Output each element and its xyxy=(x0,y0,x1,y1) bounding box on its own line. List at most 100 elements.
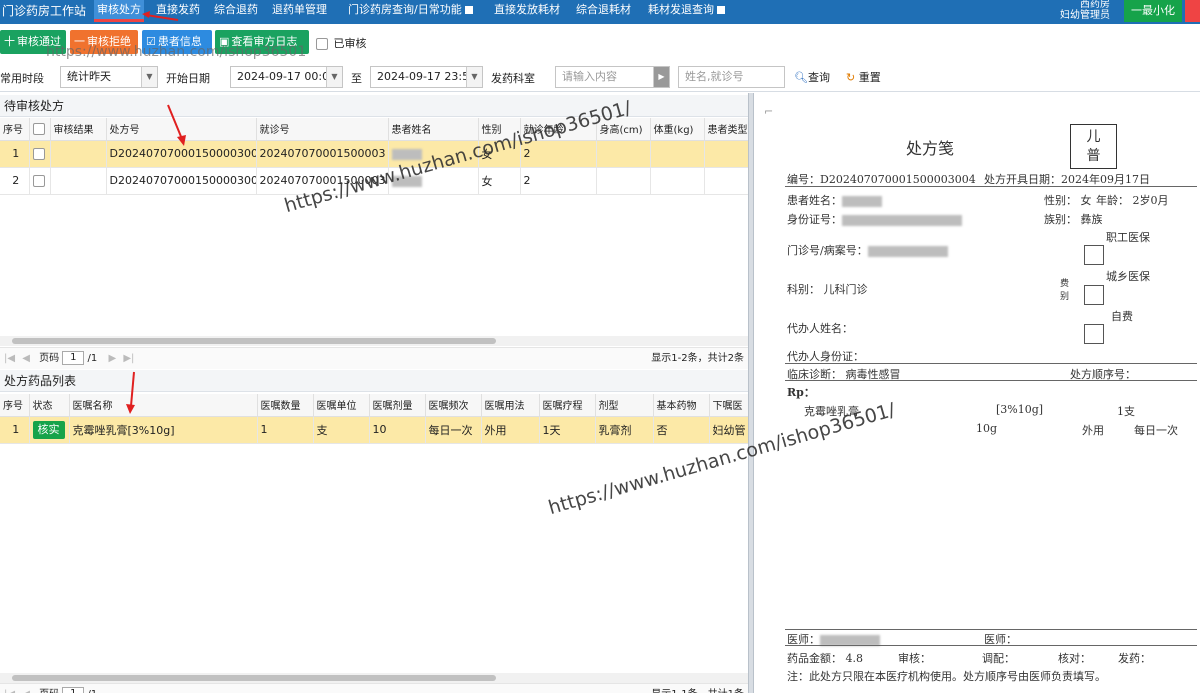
table-row[interactable]: 2 D202407070001500003005 202407070001500… xyxy=(0,167,748,195)
first-page-icon[interactable]: |◀ xyxy=(4,353,15,364)
insurance-self-checkbox[interactable] xyxy=(1084,324,1104,344)
cell-type xyxy=(704,140,748,168)
cell-order-name: 克霉唑乳膏[3%10g] xyxy=(69,416,258,444)
tab-return-consumables[interactable]: 综合退耗材 xyxy=(576,0,631,22)
col-no: 序号 xyxy=(0,118,30,141)
checkbox-icon[interactable] xyxy=(32,175,45,187)
table-row[interactable]: 1 D202407070001500003004 202407070001500… xyxy=(0,140,748,168)
dept-input[interactable]: 请输入内容 ▶ xyxy=(555,66,670,88)
divider-line xyxy=(785,363,1197,364)
rx-drug-name: 克霉唑乳膏 xyxy=(804,405,859,418)
prev-page-icon[interactable]: ◀ xyxy=(22,689,30,693)
minimize-button[interactable]: 一最小化 xyxy=(1124,0,1182,22)
tab-pharmacy-query[interactable]: 门诊药房查询/日常功能 xyxy=(348,0,473,22)
cell-usage: 外用 xyxy=(481,416,540,444)
query-button[interactable]: 🔍︎查询 xyxy=(794,69,830,85)
cell-select[interactable] xyxy=(29,140,51,168)
tab-consumables-query[interactable]: 耗材发退查询 xyxy=(648,0,725,22)
rx-amount: 药品金额： 4.8 xyxy=(787,652,863,665)
exit-button[interactable] xyxy=(1185,0,1200,22)
minus-icon: 一 xyxy=(74,35,85,48)
cell-rx-no: D202407070001500003005 xyxy=(106,167,257,195)
name-visit-input[interactable]: 姓名,就诊号 xyxy=(678,66,785,88)
reset-icon: ↻ xyxy=(846,71,856,84)
col-basic: 基本药物 xyxy=(653,394,710,417)
reject-button[interactable]: 一审核拒绝 xyxy=(70,30,138,54)
checkbox-icon[interactable] xyxy=(316,38,328,50)
tab-direct-dispense[interactable]: 直接发药 xyxy=(156,0,200,22)
verify-tag[interactable]: 核实 xyxy=(32,420,65,439)
tab-direct-consumables[interactable]: 直接发放耗材 xyxy=(494,0,560,22)
insurance-staff-label: 职工医保 xyxy=(1106,231,1150,244)
rx-visit-number: 门诊号/病案号： xyxy=(787,242,948,258)
checkbox-icon[interactable] xyxy=(32,122,45,135)
divider-line xyxy=(785,645,1197,646)
redacted-name xyxy=(391,175,422,187)
col-course: 医嘱疗程 xyxy=(539,394,596,417)
page-label: 页码 xyxy=(39,689,59,693)
table-row[interactable]: 1 核实 克霉唑乳膏[3%10g] 1 支 10 每日一次 外用 1天 乳膏剂 … xyxy=(0,416,748,444)
rx-audit: 审核： xyxy=(898,652,931,665)
tab-return-order-mgmt[interactable]: 退药单管理 xyxy=(272,0,327,22)
end-date-input[interactable]: 2024-09-17 23:59 ▼ xyxy=(370,66,483,88)
cell-age: 2 xyxy=(520,167,597,195)
tab-audit-prescription[interactable]: 审核处方 xyxy=(94,0,144,22)
reset-button[interactable]: ↻ 重置 xyxy=(846,69,881,85)
col-sex: 性别 xyxy=(478,118,521,141)
cell-course: 1天 xyxy=(539,416,596,444)
tab-return-drug[interactable]: 综合退药 xyxy=(214,0,258,22)
total-pages: /1 xyxy=(87,353,98,364)
horizontal-scrollbar[interactable] xyxy=(0,336,748,346)
rx-drug-freq: 每日一次 xyxy=(1134,424,1178,437)
fee-label-2: 别 xyxy=(1060,292,1070,302)
col-order-name: 医嘱名称 xyxy=(69,394,258,417)
chevron-down-icon: ▼ xyxy=(141,67,157,87)
col-select-all[interactable] xyxy=(29,118,51,141)
next-page-icon[interactable]: ▶ xyxy=(108,353,116,364)
last-page-icon[interactable]: ▶| xyxy=(123,353,134,364)
insurance-self-label: 自费 xyxy=(1111,310,1133,323)
page-input[interactable]: 1 xyxy=(62,351,85,365)
insurance-staff-checkbox[interactable] xyxy=(1084,245,1104,265)
cell-no: 2 xyxy=(0,167,30,195)
horizontal-scrollbar[interactable] xyxy=(0,673,748,683)
prev-page-icon[interactable]: ◀ xyxy=(22,353,30,364)
audited-checkbox[interactable]: 已审核 xyxy=(316,35,367,51)
cell-result xyxy=(50,140,107,168)
fee-label-1: 费 xyxy=(1060,279,1070,289)
insurance-rural-checkbox[interactable] xyxy=(1084,285,1104,305)
filter-bar: 常用时段 统计昨天 ▼ 开始日期 2024-09-17 00:00 ▼ 至 2024… xyxy=(0,62,1200,92)
cell-age: 2 xyxy=(520,140,597,168)
insurance-rural-label: 城乡医保 xyxy=(1106,270,1150,283)
audit-log-button[interactable]: ▣ 查看审方日志 xyxy=(215,30,309,54)
scroll-thumb[interactable] xyxy=(12,338,496,344)
cell-select[interactable] xyxy=(29,167,51,195)
start-date-label: 开始日期 xyxy=(166,72,210,85)
rx-age: 年龄： 2岁0月 xyxy=(1096,194,1169,207)
first-page-icon[interactable]: |◀ xyxy=(4,689,15,693)
col-rx-no: 处方号 xyxy=(106,118,257,141)
rx-ethnicity: 族别： 彝族 xyxy=(1044,213,1103,226)
table-header: 序号 状态 医嘱名称 医嘱数量 医嘱单位 医嘱剂量 医嘱频次 医嘱用法 医嘱疗程… xyxy=(0,394,748,417)
approve-button[interactable]: 十审核通过 xyxy=(0,30,66,54)
cell-dose: 10 xyxy=(369,416,426,444)
app-title: 门诊药房工作站 xyxy=(2,4,87,18)
calendar-dropdown-icon: ▼ xyxy=(466,67,482,87)
col-unit: 医嘱单位 xyxy=(313,394,370,417)
badge-line1: 儿 xyxy=(1086,129,1101,145)
patient-info-button[interactable]: ☑ 患者信息 xyxy=(142,30,212,54)
rx-sex: 性别： 女 xyxy=(1044,194,1092,207)
period-select[interactable]: 统计昨天 ▼ xyxy=(60,66,158,88)
action-bar: 十审核通过 一审核拒绝 ☑ 患者信息 ▣ 查看审方日志 已审核 xyxy=(0,24,1200,62)
scroll-thumb[interactable] xyxy=(12,675,496,681)
start-date-input[interactable]: 2024-09-17 00:00 ▼ xyxy=(230,66,343,88)
col-result: 审核结果 xyxy=(50,118,107,141)
cell-no: 1 xyxy=(0,416,30,444)
cell-sex: 女 xyxy=(478,167,521,195)
redacted-id xyxy=(842,214,962,226)
cell-rx-no: D202407070001500003004 xyxy=(106,140,257,168)
checkbox-icon[interactable] xyxy=(32,148,45,160)
pending-table: 序号 审核结果 处方号 就诊号 患者姓名 性别 就诊年龄 身高(cm) 体重(k… xyxy=(0,118,748,195)
divider-line xyxy=(785,380,1197,381)
page-input[interactable]: 1 xyxy=(62,687,85,693)
